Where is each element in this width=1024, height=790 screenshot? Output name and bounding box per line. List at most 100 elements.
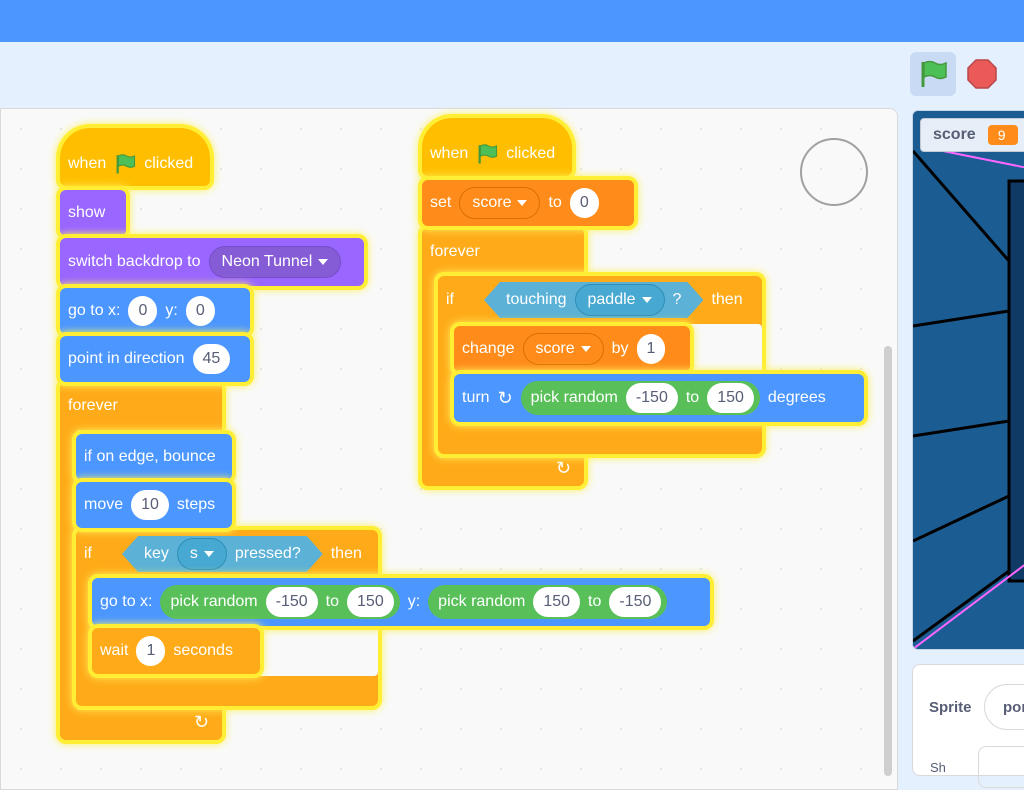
switch-backdrop-block[interactable]: switch backdrop to Neon Tunnel — [60, 238, 364, 286]
green-flag-icon — [921, 60, 947, 87]
pick-random-x[interactable]: pick random -150 to 150 — [160, 585, 400, 619]
touching-dropdown[interactable]: paddle — [575, 284, 665, 316]
monitor-label: score — [933, 126, 976, 143]
change-var-value: score — [535, 340, 575, 357]
forever-label-1: forever — [60, 386, 118, 426]
green-flag-icon — [116, 154, 136, 174]
menu-bar — [0, 0, 1024, 42]
pick-x-to[interactable]: 150 — [347, 587, 394, 617]
to-text: to — [548, 194, 562, 211]
seconds-text: seconds — [173, 642, 233, 659]
wait-input[interactable]: 1 — [136, 636, 166, 666]
wait-block[interactable]: wait 1 seconds — [92, 628, 260, 674]
forever-end-arrow-2: ↻ — [556, 458, 572, 478]
change-variable-dropdown[interactable]: score — [522, 333, 604, 365]
question-text: ? — [672, 291, 682, 308]
chevron-down-icon — [642, 297, 652, 303]
pick-random-text: pick random — [170, 593, 258, 610]
switch-backdrop-text: switch backdrop to — [68, 253, 201, 270]
rotate-clockwise-icon: ↻ — [497, 387, 513, 408]
score-monitor[interactable]: score 9 — [920, 118, 1024, 152]
move-block[interactable]: move 10 steps — [76, 482, 232, 528]
move-steps-input[interactable]: 10 — [131, 490, 169, 520]
sprite-label: Sprite — [929, 699, 972, 716]
if-key-header: if key s pressed? then — [76, 532, 362, 576]
y-label: y: — [407, 593, 421, 610]
hat-when-text: when — [430, 145, 469, 162]
set-variable-block[interactable]: set score to 0 — [422, 180, 634, 226]
chevron-down-icon — [517, 200, 528, 206]
show-text: show — [68, 204, 106, 221]
if-text: if — [446, 291, 454, 308]
to-text: to — [685, 389, 700, 406]
stage-toolbar — [0, 42, 1024, 108]
move-text: move — [84, 496, 124, 513]
pressed-text: pressed? — [234, 545, 301, 562]
stop-icon — [967, 59, 997, 89]
pick-random-text: pick random — [438, 593, 526, 610]
hat-clicked-text: clicked — [506, 145, 556, 162]
hat-when-text: when — [68, 155, 107, 172]
direction-input[interactable]: 45 — [192, 344, 231, 374]
set-value-input[interactable]: 0 — [569, 188, 599, 218]
to-text: to — [588, 593, 602, 610]
backdrop-dropdown[interactable]: Neon Tunnel — [208, 246, 342, 278]
monitor-value: 9 — [987, 125, 1018, 145]
turn-text: turn — [462, 389, 490, 406]
green-flag-icon — [478, 144, 498, 164]
turn-block[interactable]: turn ↻ pick random -150 to 150 degrees — [454, 374, 864, 422]
pick-x-from[interactable]: -150 — [265, 587, 318, 617]
wait-text: wait — [100, 642, 129, 659]
degrees-text: degrees — [767, 389, 826, 406]
stage-canvas[interactable] — [912, 110, 1024, 650]
point-direction-block[interactable]: point in direction 45 — [60, 336, 250, 382]
goto-y-label: y: — [165, 302, 178, 319]
when-flag-clicked-hat-2[interactable]: when clicked — [422, 118, 572, 176]
goto-y-input[interactable]: 0 — [185, 296, 215, 326]
by-text: by — [611, 340, 629, 357]
pick-deg-from[interactable]: -150 — [625, 383, 678, 413]
neon-tunnel-backdrop — [913, 111, 1024, 649]
touching-boolean[interactable]: touching paddle ? — [484, 282, 703, 318]
pick-random-y[interactable]: pick random 150 to -150 — [428, 585, 668, 619]
pick-y-to[interactable]: -150 — [609, 587, 662, 617]
if-touching-header: if touching paddle ? then — [438, 278, 743, 322]
forever-end-arrow-1: ↻ — [194, 712, 210, 732]
chevron-down-icon — [204, 551, 214, 557]
key-dropdown[interactable]: s — [177, 538, 227, 570]
go-to-xy-block[interactable]: go to x: 0 y: 0 — [60, 288, 250, 334]
pick-y-from[interactable]: 150 — [533, 587, 581, 617]
go-to-random-block[interactable]: go to x: pick random -150 to 150 y: pick… — [92, 578, 710, 626]
chevron-down-icon — [580, 346, 591, 352]
stop-button[interactable] — [964, 56, 1000, 92]
change-variable-block[interactable]: change score by 1 — [454, 326, 690, 372]
then-text: then — [711, 291, 743, 308]
key-pressed-boolean[interactable]: key s pressed? — [122, 536, 323, 572]
goto2-text: go to x: — [100, 593, 153, 610]
pick-random-text: pick random — [530, 389, 618, 406]
set-variable-dropdown[interactable]: score — [459, 187, 541, 219]
forever-label-2: forever — [422, 232, 480, 272]
then-text: then — [330, 545, 362, 562]
point-text: point in direction — [68, 350, 185, 367]
goto-x-input[interactable]: 0 — [128, 296, 158, 326]
forever-text: forever — [430, 243, 480, 260]
forever-text: forever — [68, 397, 118, 414]
show-block[interactable]: show — [60, 190, 126, 236]
touching-text: touching — [506, 291, 567, 308]
when-flag-clicked-hat-1[interactable]: when clicked — [60, 128, 210, 186]
chevron-down-icon — [318, 259, 329, 265]
bounce-text: if on edge, bounce — [84, 448, 216, 465]
to-text: to — [325, 593, 340, 610]
pick-deg-to[interactable]: 150 — [707, 383, 754, 413]
workspace-scrollbar[interactable] — [884, 346, 892, 776]
bounce-block[interactable]: if on edge, bounce — [76, 434, 232, 480]
green-flag-button[interactable] — [910, 52, 956, 96]
goto-text: go to x: — [68, 302, 121, 319]
change-value-input[interactable]: 1 — [636, 334, 666, 364]
set-text: set — [430, 194, 452, 211]
sprite-name-input[interactable]: pong — [984, 684, 1024, 730]
show-toggle[interactable] — [978, 746, 1024, 788]
pick-random-degrees[interactable]: pick random -150 to 150 — [520, 381, 760, 415]
hat-clicked-text: clicked — [144, 155, 194, 172]
